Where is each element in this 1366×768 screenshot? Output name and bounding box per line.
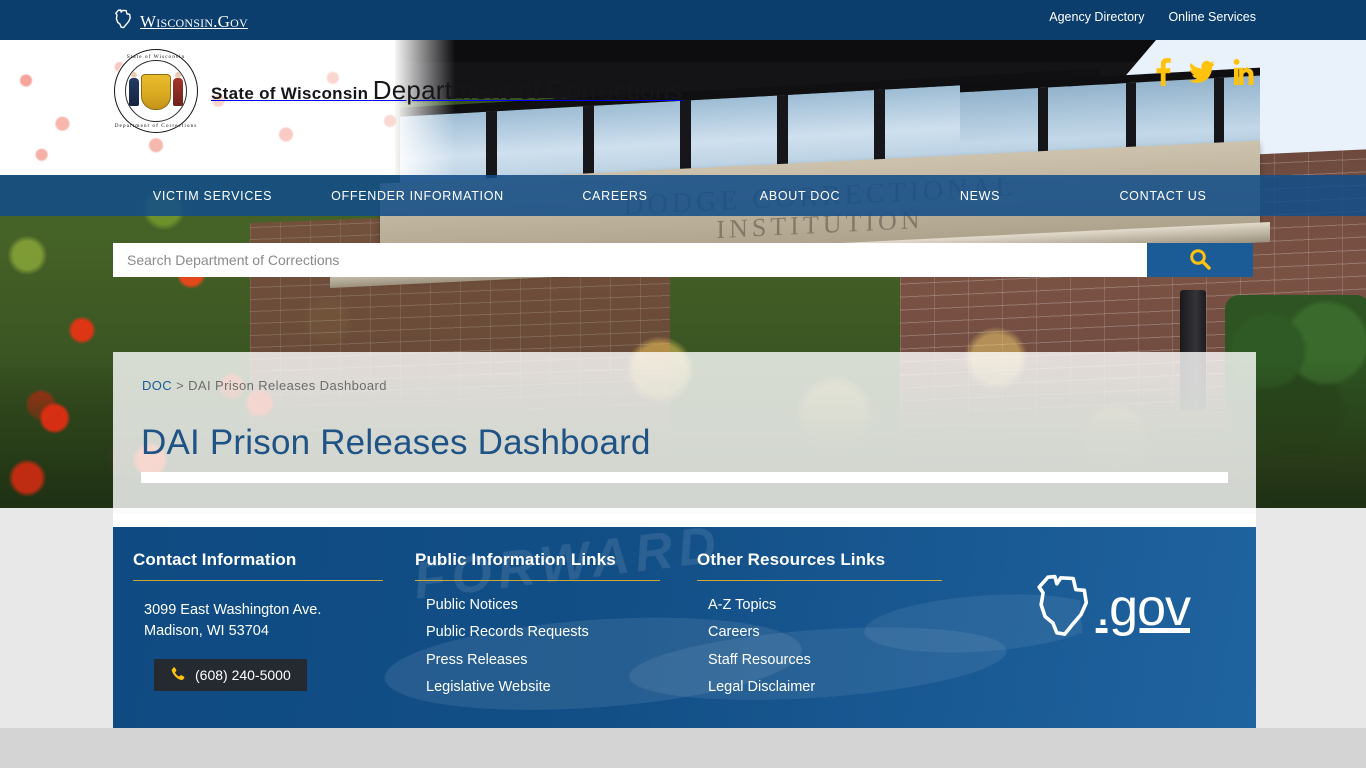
top-utility-bar: Wisconsin.Gov Agency Directory Online Se… [0, 0, 1366, 40]
agency-brand-link[interactable]: State of Wisconsin Department of Correct… [113, 48, 683, 134]
footer-link-careers[interactable]: Careers [708, 625, 957, 640]
nav-item-careers[interactable]: CAREERS [520, 189, 710, 203]
nav-item-news[interactable]: NEWS [890, 189, 1070, 203]
footer-heading-other-resources: Other Resources Links [697, 547, 942, 581]
search-button[interactable] [1147, 243, 1253, 277]
footer-link-legislative-website[interactable]: Legislative Website [426, 680, 675, 695]
page-title: DAI Prison Releases Dashboard [141, 423, 651, 463]
footer-column-other-resources: Other Resources Links A-Z Topics Careers… [697, 547, 957, 708]
agency-brand-text: State of Wisconsin Department of Correct… [211, 75, 683, 106]
agency-line-2: Department of Corrections [372, 75, 683, 106]
page-root: DODGE CORRECTIONAL INSTITUTION Wisconsin… [0, 0, 1366, 768]
wisconsin-gov-footer-logo-link[interactable]: .gov [1030, 570, 1191, 647]
content-divider [141, 472, 1228, 483]
breadcrumb: DOC > DAI Prison Releases Dashboard [142, 378, 387, 393]
page-background-bottom [0, 728, 1366, 768]
phone-number: (608) 240-5000 [195, 666, 291, 683]
footer-column-contact: Contact Information 3099 East Washington… [133, 547, 403, 691]
wisconsin-gov-logo-link[interactable]: Wisconsin.Gov [113, 8, 248, 35]
breadcrumb-current: DAI Prison Releases Dashboard [188, 378, 387, 393]
address-line-2: Madison, WI 53704 [144, 622, 269, 639]
content-panel-footer-strip [113, 514, 1256, 527]
wisconsin-state-outline-icon [1030, 570, 1102, 647]
footer-heading-public-information: Public Information Links [415, 547, 660, 581]
footer-link-a-z-topics[interactable]: A-Z Topics [708, 597, 957, 613]
nav-item-victim-services[interactable]: VICTIM SERVICES [110, 189, 315, 203]
social-links [1154, 58, 1258, 86]
twitter-icon[interactable] [1189, 60, 1215, 84]
footer-links-other-resources: A-Z Topics Careers Staff Resources Legal… [697, 597, 957, 695]
state-seal-icon: State of Wisconsin Department of Correct… [113, 48, 199, 134]
wisconsin-gov-footer-wordmark: .gov [1095, 579, 1191, 638]
top-utility-links: Agency Directory Online Services [1049, 10, 1256, 24]
phone-icon [170, 667, 185, 682]
nav-item-offender-information[interactable]: OFFENDER INFORMATION [315, 189, 520, 203]
address-line-1: 3099 East Washington Ave. [144, 601, 322, 618]
search-input[interactable] [113, 243, 1147, 277]
online-services-link[interactable]: Online Services [1168, 10, 1256, 24]
seal-arc-top: State of Wisconsin [126, 54, 186, 60]
footer-column-public-information: Public Information Links Public Notices … [415, 547, 675, 708]
phone-button[interactable]: (608) 240-5000 [154, 658, 307, 691]
agency-line-1: State of Wisconsin [211, 84, 369, 104]
footer-heading-contact: Contact Information [133, 547, 383, 581]
nav-item-about-doc[interactable]: ABOUT DOC [710, 189, 890, 203]
nav-item-contact-us[interactable]: CONTACT US [1070, 189, 1256, 203]
facebook-icon[interactable] [1154, 58, 1171, 86]
footer-links-public-information: Public Notices Public Records Requests P… [415, 597, 675, 695]
site-footer: FORWARD Contact Information 3099 East Wa… [113, 527, 1256, 728]
footer-link-staff-resources[interactable]: Staff Resources [708, 652, 957, 668]
breadcrumb-root-link[interactable]: DOC [142, 378, 172, 393]
seal-arc-bottom: Department of Corrections [114, 123, 198, 129]
footer-link-public-records-requests[interactable]: Public Records Requests [426, 625, 675, 640]
content-panel: DOC > DAI Prison Releases Dashboard DAI … [113, 352, 1256, 527]
search-icon [1189, 248, 1211, 273]
main-navigation: VICTIM SERVICES OFFENDER INFORMATION CAR… [0, 175, 1366, 216]
footer-link-public-notices[interactable]: Public Notices [426, 597, 675, 613]
footer-address: 3099 East Washington Ave. Madison, WI 53… [133, 600, 403, 642]
linkedin-icon[interactable] [1233, 59, 1258, 85]
footer-link-legal-disclaimer[interactable]: Legal Disclaimer [708, 680, 957, 695]
wisconsin-gov-wordmark: Wisconsin.Gov [140, 11, 248, 31]
breadcrumb-separator: > [172, 378, 189, 393]
agency-directory-link[interactable]: Agency Directory [1049, 10, 1144, 24]
wisconsin-state-outline-icon [113, 8, 135, 35]
footer-link-press-releases[interactable]: Press Releases [426, 652, 675, 668]
site-search [113, 243, 1253, 277]
